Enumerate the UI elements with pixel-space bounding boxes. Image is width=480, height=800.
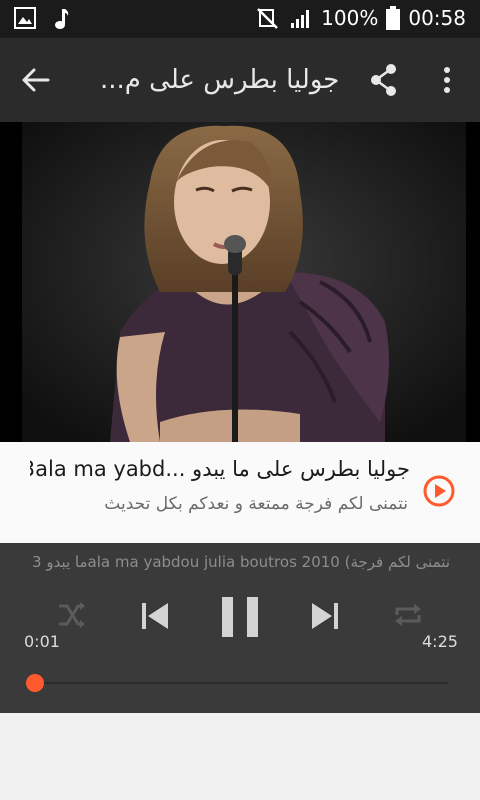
status-right: 100% 00:58 [255,6,466,30]
music-note-icon [54,7,70,31]
vibrate-mute-icon [255,6,281,30]
player-controls-panel: ما يبدو 3ala ma yabdou julia boutros 201… [0,543,480,713]
image-icon [14,7,36,31]
video-player[interactable] [0,122,480,442]
pause-icon[interactable] [220,595,260,639]
skip-previous-icon[interactable] [138,599,172,633]
share-icon[interactable] [364,60,404,100]
skip-next-icon[interactable] [308,599,342,633]
toolbar-title: جوليا بطرس على م... [100,65,340,95]
app-toolbar: جوليا بطرس على م... [0,38,480,122]
elapsed-time: 0:01 [24,632,60,651]
empty-area [0,713,480,800]
seek-bar-track[interactable] [34,682,448,684]
total-time: 4:25 [422,632,458,651]
track-title: جوليا بطرس على ما يبدو ...3ala ma yabd [30,457,410,481]
battery-percent: 100% [321,6,379,30]
track-info-card[interactable]: جوليا بطرس على ما يبدو ...3ala ma yabd ن… [0,442,480,543]
shuffle-icon[interactable] [56,599,88,631]
seek-bar-thumb[interactable] [26,674,44,692]
signal-icon [289,7,313,29]
now-playing-ticker: ما يبدو 3ala ma yabdou julia boutros 201… [32,553,450,571]
play-circle-icon[interactable] [422,474,456,508]
battery-icon [386,6,401,30]
repeat-icon[interactable] [392,599,424,631]
back-arrow-icon[interactable] [14,60,58,100]
status-bar: 100% 00:58 [0,0,480,38]
more-vert-icon[interactable] [432,60,462,100]
track-subtitle: نتمنى لكم فرجة ممتعة و نعدكم بكل تحديث [104,494,408,514]
status-left-icons [14,7,70,31]
video-frame [0,122,480,442]
status-time: 00:58 [408,6,466,30]
